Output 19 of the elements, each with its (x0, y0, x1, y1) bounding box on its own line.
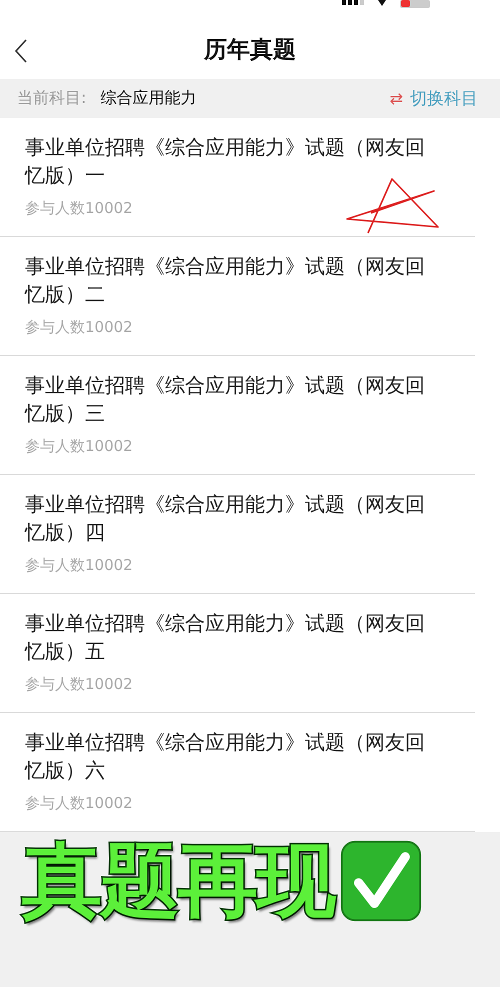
signal-icon (342, 0, 364, 6)
subject-name: 综合应用能力 (100, 88, 198, 109)
participant-count: 参与人数10002 (25, 675, 134, 694)
participant-count: 参与人数10002 (25, 199, 134, 218)
paper-title: 事业单位招聘《综合应用能力》试题（网友回忆版）二 (25, 253, 426, 308)
paper-title: 事业单位招聘《综合应用能力》试题（网友回忆版）一 (25, 134, 426, 189)
paper-title: 事业单位招聘《综合应用能力》试题（网友回忆版）五 (25, 610, 426, 665)
paper-title: 事业单位招聘《综合应用能力》试题（网友回忆版）三 (25, 372, 426, 427)
overlay-caption: 真题再现 (22, 841, 334, 921)
participant-count: 参与人数10002 (25, 556, 134, 575)
check-mark-icon (340, 840, 422, 922)
battery-icon (400, 0, 430, 8)
participant-count: 参与人数10002 (25, 794, 134, 813)
subject-label: 当前科目: (17, 88, 86, 109)
participant-count: 参与人数10002 (25, 318, 134, 337)
paper-title: 事业单位招聘《综合应用能力》试题（网友回忆版）四 (25, 491, 426, 546)
paper-title: 事业单位招聘《综合应用能力》试题（网友回忆版）六 (25, 729, 426, 784)
page-title: 历年真题 (204, 36, 296, 65)
participant-count: 参与人数10002 (25, 437, 134, 456)
